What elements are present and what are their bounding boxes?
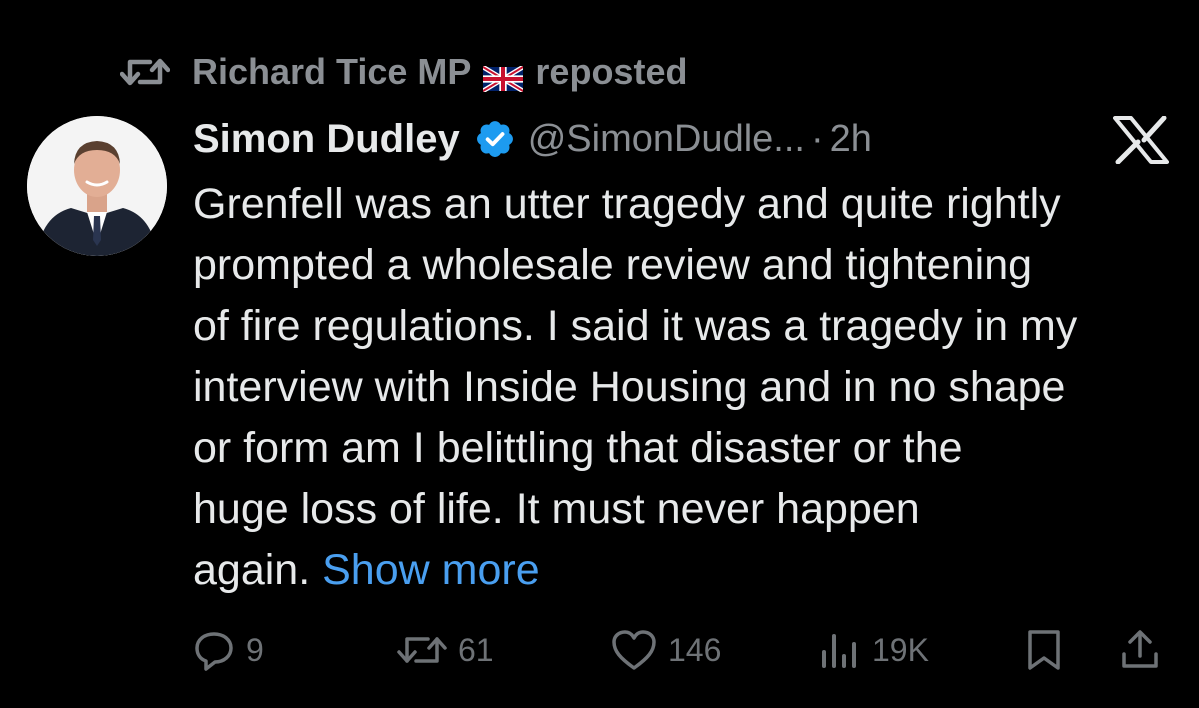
- repost-icon: [120, 52, 170, 92]
- share-button[interactable]: [1118, 620, 1162, 680]
- avatar[interactable]: [27, 116, 167, 256]
- tweet-text-line: interview with Inside Housing and in no …: [193, 363, 1066, 411]
- tweet-text-line: huge loss of life. It must never happen: [193, 485, 920, 533]
- reposter-name[interactable]: Richard Tice MP: [192, 51, 471, 93]
- repost-button[interactable]: 61: [396, 620, 494, 680]
- tweet-text: Grenfell was an utter tragedy and quite …: [193, 174, 1183, 601]
- share-icon: [1118, 628, 1162, 672]
- repost-label: reposted: [535, 51, 688, 92]
- views-button[interactable]: 19K: [818, 620, 929, 680]
- like-count: 146: [668, 631, 722, 668]
- tweet-text-line: prompted a wholesale review and tighteni…: [193, 241, 1033, 289]
- verified-badge-icon: [474, 118, 516, 160]
- separator-dot: ·: [810, 117, 824, 160]
- show-more-link[interactable]: Show more: [322, 546, 539, 594]
- repost-count: 61: [458, 631, 494, 668]
- reply-icon: [192, 628, 236, 672]
- tweet-text-line: of fire regulations. I said it was a tra…: [193, 302, 1078, 350]
- author-name[interactable]: Simon Dudley: [193, 117, 460, 162]
- tweet-text-line: Grenfell was an utter tragedy and quite …: [193, 180, 1061, 228]
- tweet-text-last-line: again. Show more: [193, 540, 1183, 601]
- bookmark-icon: [1024, 628, 1064, 672]
- views-count: 19K: [872, 631, 929, 668]
- x-logo-icon: [1113, 115, 1169, 165]
- repost-context: Richard Tice MP reposted: [120, 50, 687, 94]
- reply-button[interactable]: 9: [192, 620, 264, 680]
- views-chart-icon: [818, 628, 862, 672]
- timestamp[interactable]: 2h: [830, 118, 872, 161]
- tweet-text-final: again.: [193, 546, 311, 594]
- author-handle[interactable]: @SimonDudle...: [528, 118, 805, 161]
- tweet-header: Simon Dudley @SimonDudle... · 2h: [193, 112, 872, 166]
- tweet-text-line: or form am I belittling that disaster or…: [193, 424, 963, 472]
- action-bar: 9 61 146 19K: [0, 620, 1199, 680]
- like-button[interactable]: 146: [610, 620, 721, 680]
- uk-flag-icon: [482, 59, 525, 94]
- reply-count: 9: [246, 631, 264, 668]
- heart-icon: [610, 628, 658, 672]
- bookmark-button[interactable]: [1024, 620, 1064, 680]
- repost-icon: [396, 628, 448, 672]
